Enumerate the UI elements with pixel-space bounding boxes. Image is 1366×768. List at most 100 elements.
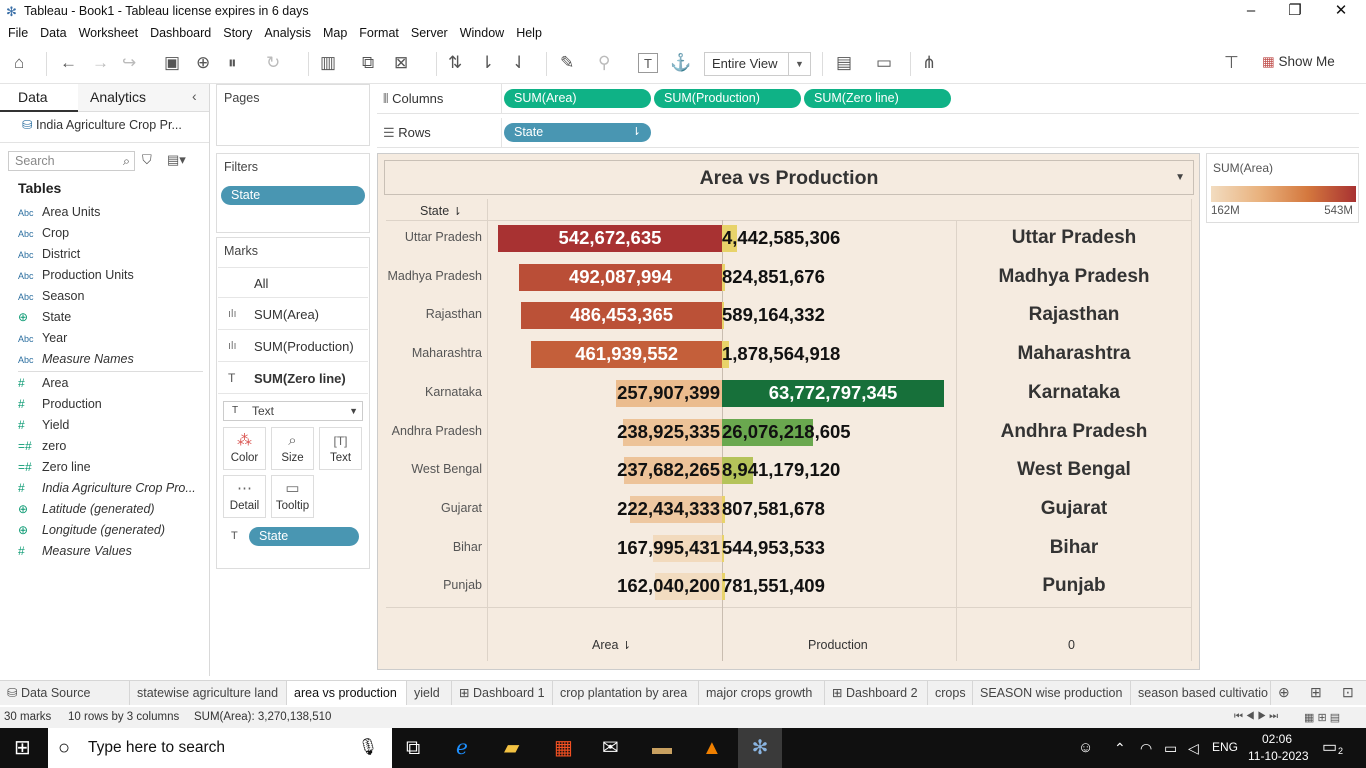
field-zero[interactable]: =# zero [18,436,66,456]
column-pill-sum-zero-line[interactable]: SUM(Zero line) [804,89,951,108]
menu-help[interactable]: Help [516,23,542,40]
microphone-icon[interactable]: 🎙 [358,728,378,768]
tableau-taskbar-icon[interactable]: ✻ [738,728,782,768]
tab-season-wise-production[interactable]: SEASON wise production [973,681,1131,705]
edge-icon[interactable]: ℯ [456,736,468,760]
tab-dashboard-2[interactable]: ⊞ Dashboard 2 [825,681,928,705]
row-label[interactable]: Maharashtra [378,346,482,360]
menu-analysis[interactable]: Analysis [264,23,311,40]
field-state[interactable]: ⊕ State [18,307,71,327]
tab-data[interactable]: Data [0,84,78,112]
menu-worksheet[interactable]: Worksheet [79,23,139,40]
field-season[interactable]: Abc Season [18,286,84,306]
field-latitude-generated[interactable]: ⊕ Latitude (generated) [18,499,155,519]
field-production-units[interactable]: Abc Production Units [18,265,134,285]
field-production[interactable]: # Production [18,394,102,414]
tab-crop-plantation-by-area[interactable]: crop plantation by area [553,681,699,705]
view-options-icon[interactable]: ▤▾ [167,152,186,168]
tab-season-based-cultivation[interactable]: season based cultivatio [1131,681,1271,705]
color-button[interactable]: ⁂ Color [223,427,266,470]
tab-data-source[interactable]: ⛁ Data Source [0,681,130,705]
new-worksheet-icon[interactable]: ⊕ [1278,684,1290,701]
menu-map[interactable]: Map [323,23,347,40]
menu-story[interactable]: Story [223,23,252,40]
task-view-icon[interactable]: ⧉ [406,736,420,760]
field-measure-values[interactable]: # Measure Values [18,541,132,561]
marks-sum-area[interactable]: ılı SUM(Area) [218,299,368,330]
detail-button[interactable]: ⋯ Detail [223,475,266,518]
filter-pill-state[interactable]: State [221,186,365,205]
chevron-down-icon[interactable]: ▼ [1175,161,1185,195]
clear-sheet-icon[interactable]: ⊠ [394,53,408,73]
share-icon[interactable]: ⋔ [922,53,936,73]
field-longitude-generated[interactable]: ⊕ Longitude (generated) [18,520,165,540]
duplicate-sheet-icon[interactable]: ⧉ [362,53,374,73]
row-label[interactable]: West Bengal [378,462,482,476]
swap-icon[interactable]: ⇅ [448,53,462,73]
sort-descending-icon[interactable]: ⇃ [512,53,526,73]
clock-date[interactable]: 11-10-2023 [1248,749,1309,763]
field-yield[interactable]: # Yield [18,415,69,435]
new-dashboard-icon[interactable]: ⊞ [1310,684,1322,701]
field-year[interactable]: Abc Year [18,328,67,348]
notification-icon[interactable]: ▭ [1322,736,1337,760]
grid-view-icon[interactable]: ▦ ⊞ ▤ [1304,711,1340,724]
windows-start-icon[interactable]: ⊞ [14,736,31,760]
format-painter-icon[interactable]: ⊤ [1224,53,1239,73]
tab-major-crops-growth[interactable]: major crops growth [699,681,825,705]
row-label[interactable]: Madhya Pradesh [378,269,482,283]
row-label[interactable]: Punjab [378,578,482,592]
group-icon[interactable]: ⚲ [598,53,610,73]
clock-time[interactable]: 02:06 [1262,732,1292,746]
people-icon[interactable]: ☺ [1078,736,1093,760]
tab-crops[interactable]: crops [928,681,973,705]
row-label[interactable]: Karnataka [378,385,482,399]
show-labels-icon[interactable]: T [638,53,658,73]
app-icon[interactable]: ▬ [652,736,672,760]
field-district[interactable]: Abc District [18,244,80,264]
menu-window[interactable]: Window [460,23,504,40]
replay-icon[interactable]: ↪ [122,53,136,73]
new-story-icon[interactable]: ⊡ [1342,684,1354,701]
mail-icon[interactable]: ✉ [602,736,619,760]
row-label[interactable]: Andhra Pradesh [378,424,482,438]
field-area[interactable]: # Area [18,373,68,393]
search-input[interactable]: Search ⌕ [8,151,135,171]
column-pill-sum-production[interactable]: SUM(Production) [654,89,801,108]
size-button[interactable]: ⌕ Size [271,427,314,470]
marks-pill-state[interactable]: State [249,527,359,546]
restore-icon[interactable]: ❐ [1272,0,1318,23]
row-label[interactable]: Uttar Pradesh [378,230,482,244]
pin-icon[interactable]: ⚓ [670,53,691,73]
fit-view-select[interactable]: Entire View ▼ [704,52,811,76]
tab-analytics[interactable]: Analytics [78,84,209,112]
refresh-icon[interactable]: ↻ [266,53,280,73]
store-icon[interactable]: ▦ [554,736,573,760]
collapse-pane-icon[interactable]: ‹ [192,88,197,104]
home-icon[interactable]: ⌂ [14,53,24,73]
new-datasource-icon[interactable]: ⊕ [196,53,210,73]
tooltip-button[interactable]: ▭ Tooltip [271,475,314,518]
field-zero-line[interactable]: =# Zero line [18,457,91,477]
tab-yield[interactable]: yield [407,681,452,705]
highlight-icon[interactable]: ✎ [560,53,574,73]
new-worksheet-icon[interactable]: ▥ [320,53,336,73]
field-crop[interactable]: Abc Crop [18,223,69,243]
undo-icon[interactable]: ← [60,53,77,73]
menu-dashboard[interactable]: Dashboard [150,23,211,40]
marks-sum-zero-line[interactable]: T SUM(Zero line) [218,363,368,394]
menu-format[interactable]: Format [359,23,399,40]
sheet-nav-icon[interactable]: ⏮ ◀ ▶ ⏭ [1234,711,1278,722]
marks-all[interactable]: All [218,267,368,298]
vlc-icon[interactable]: ▲ [702,736,722,760]
wifi-icon[interactable]: ◠ [1140,736,1152,760]
pause-updates-icon[interactable]: ⏸ [228,53,237,73]
row-pill-state[interactable]: State ⇂ [504,123,651,142]
column-pill-sum-area[interactable]: SUM(Area) [504,89,651,108]
field-measure-names[interactable]: Abc Measure Names [18,349,134,369]
tab-area-vs-production[interactable]: area vs production [287,681,407,705]
field-area-units[interactable]: Abc Area Units [18,202,100,222]
filter-icon[interactable]: ⛉ [142,152,152,168]
save-icon[interactable]: ▣ [164,53,180,73]
sort-ascending-icon[interactable]: ⇂ [480,53,494,73]
